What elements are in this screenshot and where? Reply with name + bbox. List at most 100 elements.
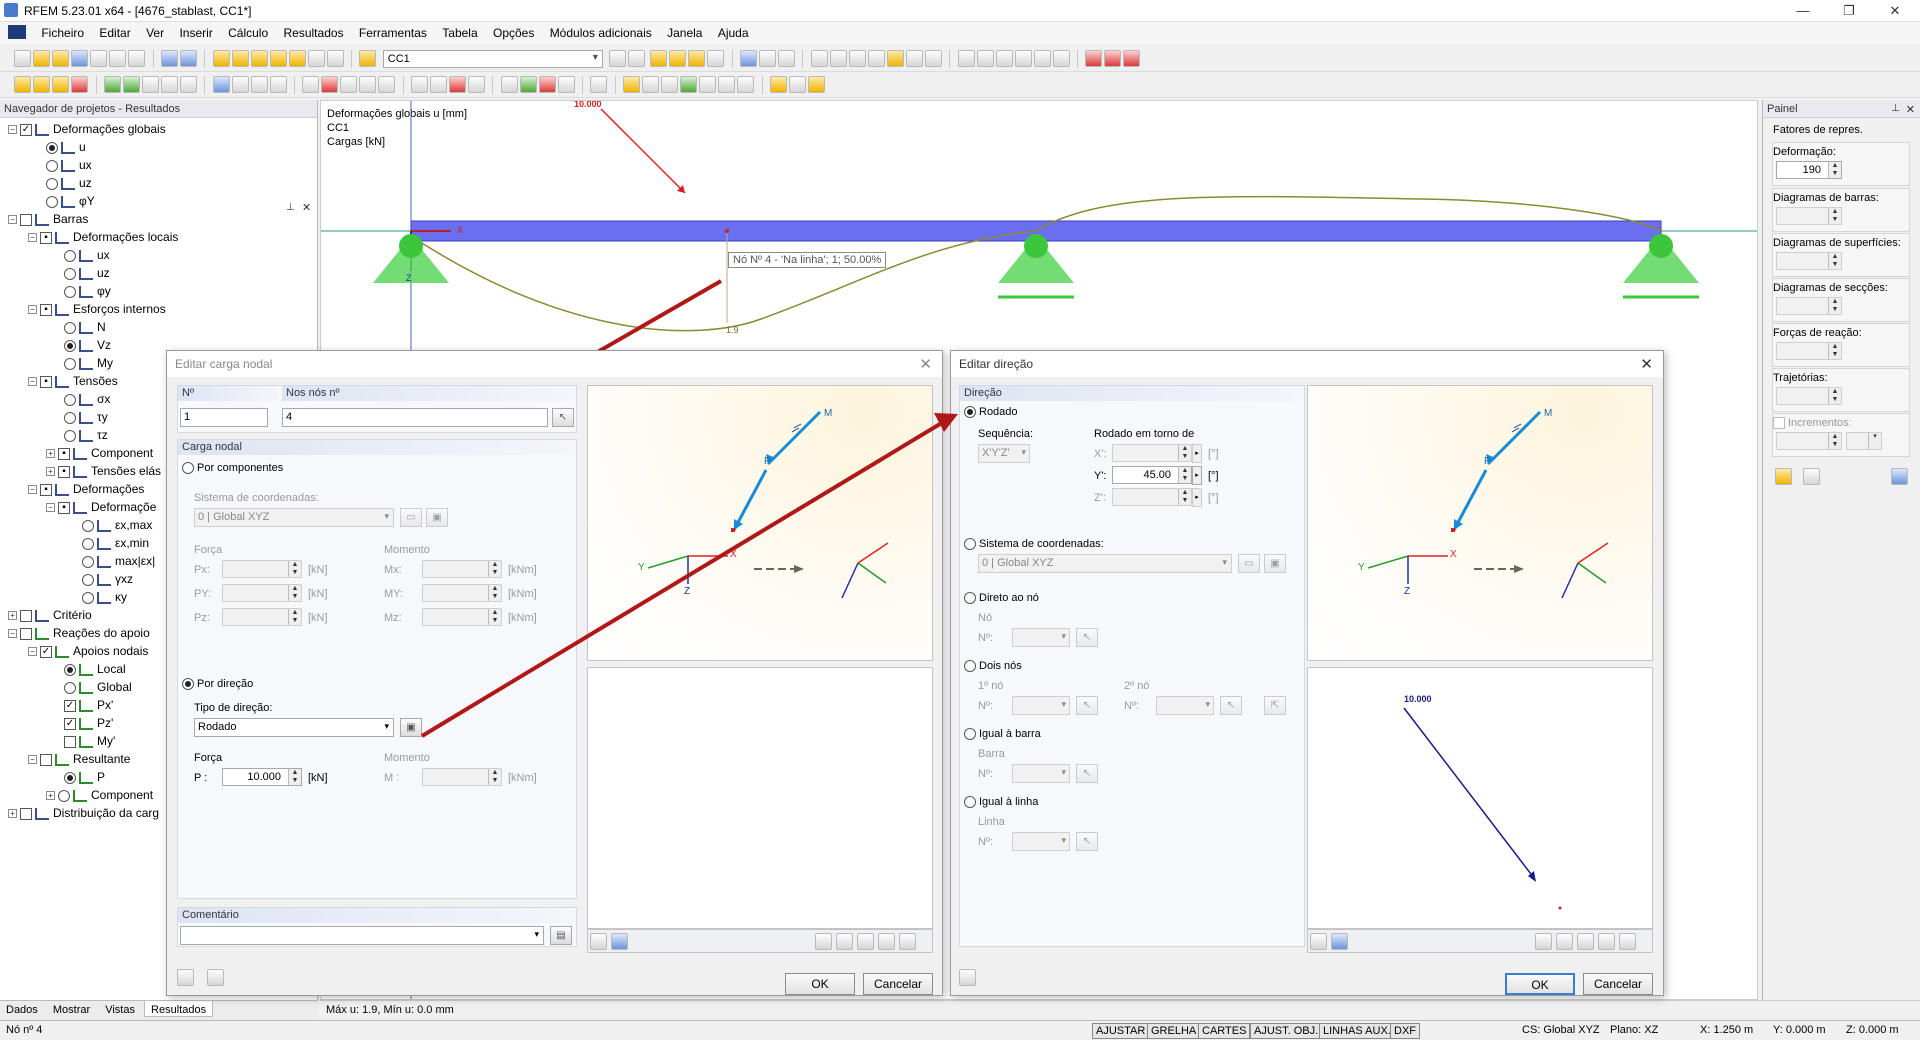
highlight-icon[interactable]	[886, 50, 904, 67]
open-icon[interactable]	[33, 50, 51, 67]
view-x-icon[interactable]	[1534, 933, 1552, 950]
coord-pick-icon[interactable]: ▭	[400, 508, 422, 527]
transparent-icon[interactable]	[661, 76, 679, 93]
copy-obj-icon[interactable]	[250, 76, 268, 93]
m-input[interactable]: ▲ ▼	[422, 768, 502, 786]
dxf-button[interactable]: DXF	[1390, 1023, 1420, 1039]
snap-button[interactable]: AJUSTAR	[1092, 1023, 1150, 1039]
view-x-icon[interactable]	[759, 50, 777, 67]
zprime-arrow-icon[interactable]: ▸	[1192, 488, 1202, 507]
solid-icon[interactable]	[212, 76, 230, 93]
target-icon[interactable]	[250, 50, 268, 67]
help-icon[interactable]	[959, 969, 976, 986]
zoom-icon[interactable]	[430, 76, 448, 93]
same-as-bar-option[interactable]: Igual à barra	[964, 728, 1041, 741]
first-node-pick-icon[interactable]: ↖	[1076, 696, 1098, 715]
surface-icon[interactable]	[180, 76, 198, 93]
increments-select[interactable]: ▾	[1846, 432, 1882, 450]
check-icon[interactable]	[807, 76, 825, 93]
minimize-button[interactable]: —	[1780, 0, 1826, 22]
filter-icon[interactable]	[1033, 50, 1051, 67]
prev-icon[interactable]	[609, 50, 627, 67]
delete-icon[interactable]	[995, 50, 1013, 67]
select-line-icon[interactable]	[33, 76, 51, 93]
view-x-icon[interactable]	[814, 933, 832, 950]
tree-item[interactable]: ux	[0, 156, 316, 174]
menu-tabela[interactable]: Tabela	[436, 22, 483, 40]
view-y-icon[interactable]	[835, 933, 853, 950]
select-icon[interactable]	[14, 76, 32, 93]
new-icon[interactable]	[14, 50, 32, 67]
menu-inserir[interactable]: Inserir	[173, 22, 218, 40]
tree-item[interactable]: N	[0, 318, 316, 336]
dim-icon[interactable]	[848, 50, 866, 67]
rotated-option[interactable]: Rodado	[964, 406, 1018, 419]
tree-item[interactable]: uz	[0, 264, 316, 282]
load-member-icon[interactable]	[321, 76, 339, 93]
cancel-button[interactable]: Cancelar	[1583, 973, 1653, 995]
tree-item[interactable]: φY	[0, 192, 316, 210]
maximize-button[interactable]: ❐	[1826, 0, 1872, 22]
view-y-icon[interactable]	[778, 50, 796, 67]
pz-input[interactable]: ▲ ▼	[222, 608, 302, 626]
second-node-select[interactable]: ▾	[1156, 696, 1214, 715]
line-icon[interactable]	[976, 50, 994, 67]
menu-ficheiro[interactable]: Ficheiro	[35, 22, 90, 40]
table-view-icon[interactable]	[737, 76, 755, 93]
close-icon[interactable]: ✕	[919, 355, 932, 373]
tab-vistas[interactable]: Vistas	[99, 1001, 141, 1016]
panel-close-icon[interactable]: ✕	[1906, 103, 1915, 116]
member-icon[interactable]	[161, 76, 179, 93]
p-input[interactable]: 10.000 ▲ ▼	[222, 768, 302, 786]
comment-input[interactable]: ▾	[180, 926, 544, 945]
line-pick-icon[interactable]: ↖	[1076, 832, 1098, 851]
next-icon[interactable]	[628, 50, 646, 67]
loadcase-select[interactable]: CC1 ▼	[382, 50, 603, 68]
menu-opcoes[interactable]: Opções	[487, 22, 540, 40]
increments-checkbox[interactable]	[1773, 417, 1785, 430]
tree-item[interactable]: ux	[0, 246, 316, 264]
same-as-line-option[interactable]: Igual à linha	[964, 796, 1038, 809]
load-imposed-icon[interactable]	[359, 76, 377, 93]
line-select[interactable]: ▾	[1012, 832, 1070, 851]
mesh-icon[interactable]	[411, 76, 429, 93]
print-preview-icon[interactable]	[109, 50, 127, 67]
display-icon[interactable]	[1803, 468, 1820, 485]
support-icon[interactable]	[104, 76, 122, 93]
menu-modulos[interactable]: Módulos adicionais	[544, 22, 658, 40]
close-icon[interactable]: ✕	[1640, 355, 1653, 373]
edit-icon[interactable]	[1775, 468, 1792, 485]
yprime-arrow-icon[interactable]: ▸	[1192, 466, 1202, 485]
calc-icon[interactable]	[269, 50, 287, 67]
move-icon[interactable]	[231, 76, 249, 93]
view-z-icon[interactable]	[1576, 933, 1594, 950]
tree-item[interactable]: u	[0, 138, 316, 156]
pick-node-icon[interactable]: ↖	[552, 408, 574, 427]
view-iso-icon[interactable]	[740, 50, 758, 67]
preview-display-icon[interactable]	[611, 933, 628, 950]
copy-icon[interactable]	[128, 50, 146, 67]
surface-diagrams-input[interactable]: ▲ ▼	[1776, 252, 1842, 270]
bar-diagrams-input[interactable]: ▲ ▼	[1776, 207, 1842, 225]
color-icon[interactable]	[680, 76, 698, 93]
two-nodes-option[interactable]: Dois nós	[964, 660, 1022, 673]
bar-pick-icon[interactable]: ↖	[1076, 764, 1098, 783]
coord-system-select[interactable]: 0 | Global XYZ ▾	[978, 554, 1232, 573]
pin-icon[interactable]: ⊥	[1891, 103, 1900, 114]
comment-library-icon[interactable]: ▤	[550, 926, 572, 945]
tab-dados[interactable]: Dados	[0, 1001, 44, 1016]
save-icon[interactable]	[71, 50, 89, 67]
menu-editar[interactable]: Editar	[93, 22, 136, 40]
load-node-icon[interactable]	[302, 76, 320, 93]
mz-input[interactable]: ▲ ▼	[422, 608, 502, 626]
zoom-icon[interactable]	[898, 933, 916, 950]
ok-button[interactable]: OK	[785, 973, 855, 995]
draw-icon[interactable]	[212, 50, 230, 67]
preview-axes-icon[interactable]	[1310, 933, 1327, 950]
two-nodes-pick-icon[interactable]: ⇱	[1264, 696, 1286, 715]
section-prop-icon[interactable]	[142, 76, 160, 93]
second-node-pick-icon[interactable]: ↖	[1220, 696, 1242, 715]
tools-icon[interactable]	[788, 76, 806, 93]
bar-select[interactable]: ▾	[1012, 764, 1070, 783]
measure-icon[interactable]	[905, 50, 923, 67]
